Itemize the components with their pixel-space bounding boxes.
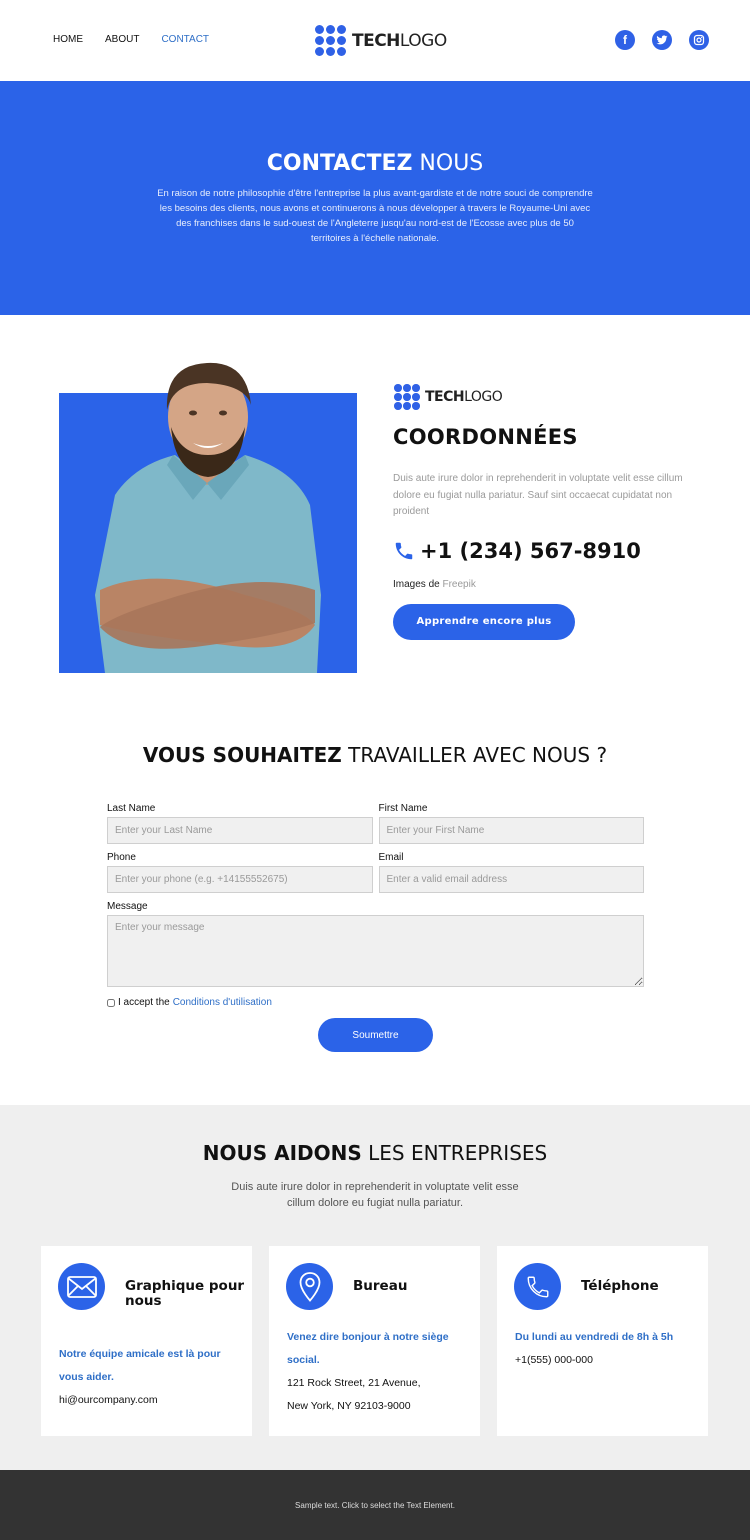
help-title: NOUS AIDONS LES ENTREPRISES: [0, 1141, 750, 1165]
card-body: Du lundi au vendredi de 8h à 5h +1(555) …: [515, 1326, 695, 1372]
card-title: Bureau: [353, 1278, 408, 1294]
main-nav: HOME ABOUT CONTACT: [53, 34, 231, 45]
nav-contact[interactable]: CONTACT: [161, 34, 209, 45]
info-phone: +1 (234) 567-8910: [393, 539, 693, 563]
contact-form-section: VOUS SOUHAITEZ TRAVAILLER AVEC NOUS ? La…: [0, 715, 750, 1105]
card-office: Bureau Venez dire bonjour à notre siège …: [269, 1246, 480, 1436]
submit-button[interactable]: Soumettre: [318, 1018, 433, 1052]
first-name-label: First Name: [378, 803, 428, 814]
instagram-icon[interactable]: [689, 30, 709, 50]
phone-icon: [514, 1263, 561, 1310]
footer-text[interactable]: Sample text. Click to select the Text El…: [295, 1501, 455, 1510]
email-group: Email: [378, 852, 644, 893]
logo-text-bold: TECH: [425, 389, 465, 405]
hero-title-light: NOUS: [412, 151, 484, 176]
info-description: Duis aute irure dolor in reprehenderit i…: [393, 473, 683, 517]
social-links: f: [615, 30, 709, 50]
phone-label: Phone: [107, 852, 136, 863]
credit-prefix: Images de: [393, 578, 443, 590]
last-name-group: Last Name: [107, 803, 373, 844]
logo-text: TECHLOGO: [425, 389, 503, 405]
nav-home[interactable]: HOME: [53, 34, 83, 45]
card-highlight: Notre équipe amicale est là pour vous ai…: [59, 1348, 221, 1383]
logo-text: TECHLOGO: [352, 31, 447, 51]
help-subtitle: Duis aute irure dolor in reprehenderit i…: [231, 1181, 519, 1209]
hero-text: En raison de notre philosophie d'être l'…: [157, 188, 593, 244]
card-address-line-2: New York, NY 92103-9000: [287, 1400, 411, 1412]
logo-text-light: LOGO: [399, 31, 447, 51]
envelope-icon: [58, 1263, 105, 1310]
info-title: COORDONNÉES: [393, 425, 578, 449]
freepik-link[interactable]: Freepik: [442, 579, 475, 590]
hero-section: CONTACTEZ NOUS En raison de notre philos…: [0, 81, 750, 315]
logo-mark-icon: [314, 24, 348, 58]
terms-checkbox[interactable]: [107, 998, 115, 1007]
card-address-line-1: 121 Rock Street, 21 Avenue,: [287, 1377, 421, 1389]
terms-row: I accept the Conditions d'utilisation: [107, 997, 644, 1008]
nav-about[interactable]: ABOUT: [105, 34, 139, 45]
first-name-input[interactable]: [378, 817, 644, 844]
site-header: HOME ABOUT CONTACT TECHLOGO f: [0, 0, 750, 81]
help-section: NOUS AIDONS LES ENTREPRISES Duis aute ir…: [0, 1105, 750, 1470]
map-pin-icon: [286, 1263, 333, 1310]
facebook-icon[interactable]: f: [615, 30, 635, 50]
terms-label: I accept the: [118, 997, 170, 1008]
logo-mark-icon: [393, 383, 421, 411]
card-title: Graphique pour nous: [125, 1278, 245, 1309]
card-body: Notre équipe amicale est là pour vous ai…: [59, 1343, 239, 1412]
email-label: Email: [378, 852, 404, 863]
card-highlight: Venez dire bonjour à notre siège social.: [287, 1331, 449, 1366]
message-label: Message: [107, 901, 148, 912]
phone-number: +1 (234) 567-8910: [420, 538, 641, 563]
message-input[interactable]: [107, 915, 644, 987]
form-title-bold: VOUS SOUHAITEZ: [142, 743, 342, 767]
contact-form: Last Name First Name Phone Email Message: [107, 803, 644, 1052]
help-cards: Graphique pour nous Notre équipe amicale…: [41, 1246, 708, 1436]
help-title-bold: NOUS AIDONS: [202, 1141, 362, 1165]
card-phone: Téléphone Du lundi au vendredi de 8h à 5…: [497, 1246, 708, 1436]
card-email-address: hi@ourcompany.com: [59, 1394, 158, 1406]
logo-text-bold: TECH: [352, 31, 400, 51]
phone-icon: [395, 542, 413, 559]
card-highlight: Du lundi au vendredi de 8h à 5h: [515, 1331, 674, 1343]
logo-text-light: LOGO: [464, 389, 503, 405]
hero-title-bold: CONTACTEZ: [266, 151, 413, 176]
card-body: Venez dire bonjour à notre siège social.…: [287, 1326, 467, 1418]
help-title-light: LES ENTREPRISES: [361, 1141, 548, 1165]
info-logo: TECHLOGO: [393, 383, 693, 411]
image-credit: Images de Freepik: [393, 579, 693, 590]
site-footer: Sample text. Click to select the Text El…: [0, 1470, 750, 1540]
phone-input[interactable]: [107, 866, 373, 893]
contact-info: TECHLOGO COORDONNÉES Duis aute irure dol…: [393, 383, 693, 640]
first-name-group: First Name: [378, 803, 644, 844]
email-input[interactable]: [378, 866, 644, 893]
person-photo: [95, 362, 321, 673]
message-group: Message: [107, 901, 644, 991]
last-name-label: Last Name: [107, 803, 156, 814]
last-name-input[interactable]: [107, 817, 373, 844]
card-phone-number: +1(555) 000-000: [515, 1354, 593, 1366]
contact-info-section: TECHLOGO COORDONNÉES Duis aute irure dol…: [0, 315, 750, 715]
site-logo[interactable]: TECHLOGO: [314, 24, 447, 58]
terms-link[interactable]: Conditions d'utilisation: [173, 997, 272, 1008]
form-title-light: TRAVAILLER AVEC NOUS ?: [341, 743, 608, 767]
twitter-icon[interactable]: [652, 30, 672, 50]
form-title: VOUS SOUHAITEZ TRAVAILLER AVEC NOUS ?: [0, 743, 750, 767]
phone-group: Phone: [107, 852, 373, 893]
learn-more-button[interactable]: Apprendre encore plus: [393, 603, 575, 640]
card-email: Graphique pour nous Notre équipe amicale…: [41, 1246, 252, 1436]
hero-title: CONTACTEZ NOUS: [0, 151, 750, 176]
card-title: Téléphone: [581, 1278, 659, 1294]
